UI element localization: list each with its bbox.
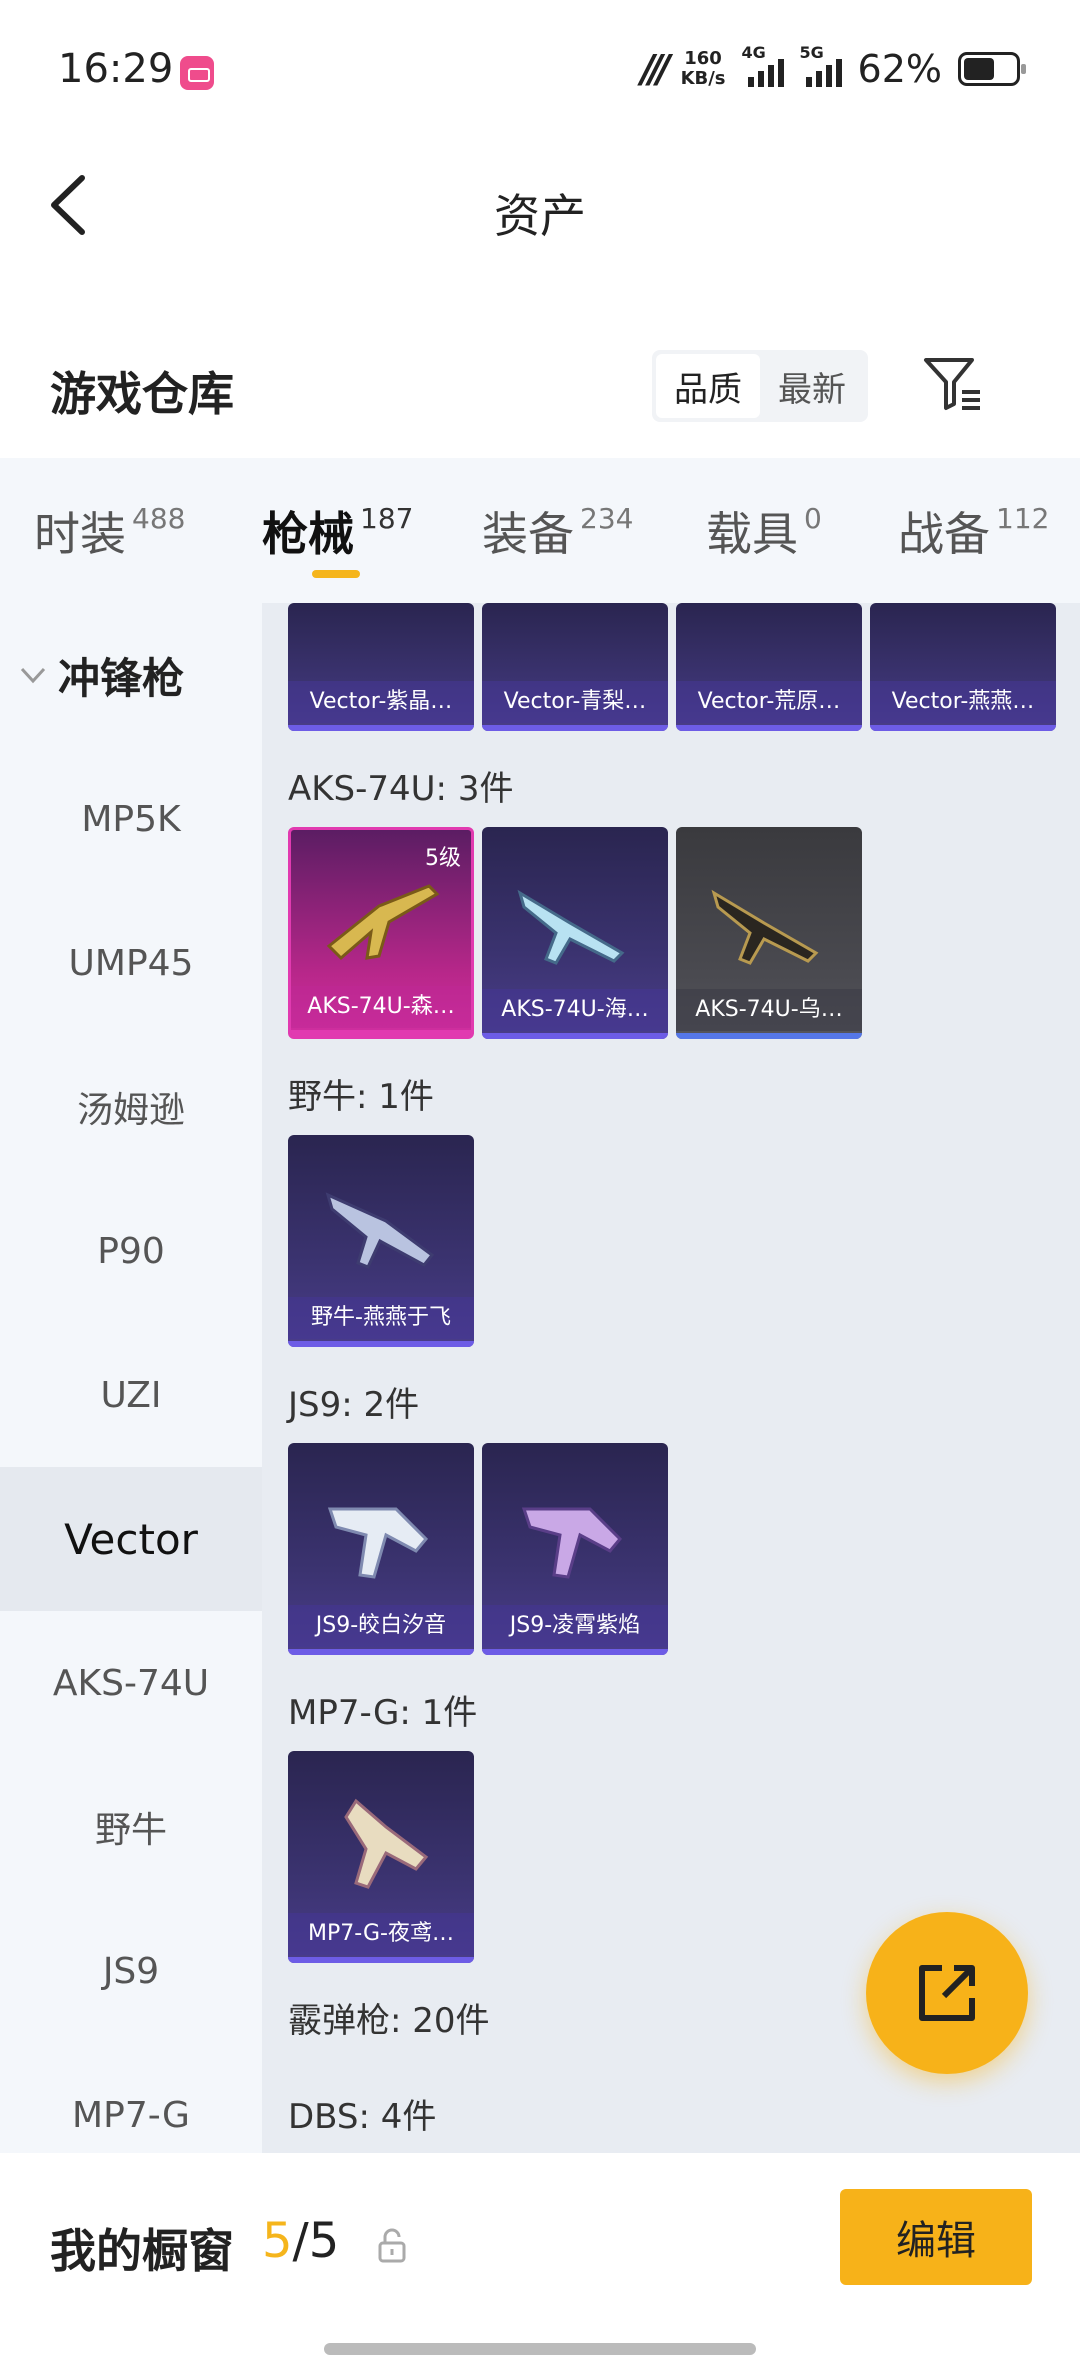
weapon-card[interactable]: JS9-皎白汐音: [288, 1443, 474, 1655]
tab-equipment[interactable]: 装备 234: [482, 498, 633, 564]
sidebar-item-js9[interactable]: JS9: [0, 1899, 262, 2043]
section-title-js9: JS9: 2件: [288, 1385, 420, 1425]
weapon-name: Vector-燕燕…: [870, 681, 1056, 723]
sidebar-item-aks74u[interactable]: AKS-74U: [0, 1611, 262, 1755]
weapon-name: JS9-凌霄紫焰: [482, 1605, 668, 1647]
rifle-skin-icon: [517, 889, 625, 965]
section-title-aks74u: AKS-74U: 3件: [288, 769, 514, 809]
section-title-mp7g: MP7-G: 1件: [288, 1693, 478, 1733]
showcase-bar: 我的橱窗 5/5 编辑: [0, 2153, 1080, 2375]
weapon-card[interactable]: MP7-G-夜鸢…: [288, 1751, 474, 1963]
share-fab-button[interactable]: [866, 1912, 1028, 2074]
bilibili-app-icon: [180, 56, 214, 90]
aks74u-row: 5级 AKS-74U-森… AKS-74U-海… AKS-74U-乌…: [288, 827, 862, 1039]
weapon-card[interactable]: 野牛-燕燕于飞: [288, 1135, 474, 1347]
weapon-name: 野牛-燕燕于飞: [288, 1297, 474, 1339]
status-time: 16:29: [58, 46, 174, 92]
section-title-dbs: DBS: 4件: [288, 2097, 437, 2137]
lock-icon: [378, 2228, 406, 2263]
weapon-card[interactable]: AKS-74U-海…: [482, 827, 668, 1039]
sort-by-newest[interactable]: 最新: [760, 354, 864, 418]
status-icons: /// 160 KB/s 4G 5G 62%: [640, 43, 1026, 94]
weapon-name: Vector-青梨…: [482, 681, 668, 723]
vector-row: Vector-紫晶… Vector-青梨… Vector-荒原… Vector-…: [288, 603, 1056, 731]
mi-logo-icon: ///: [640, 47, 671, 91]
category-tabs: 时装 488 枪械 187 装备 234 载具 0 战备 112: [0, 458, 1080, 603]
weapon-name: AKS-74U-海…: [482, 989, 668, 1031]
tab-supplies[interactable]: 战备 112: [898, 498, 1049, 564]
sidebar-item-thompson[interactable]: 汤姆逊: [0, 1035, 262, 1179]
js9-row: JS9-皎白汐音 JS9-凌霄紫焰: [288, 1443, 668, 1655]
sidebar-item-bizon[interactable]: 野牛: [0, 1755, 262, 1899]
sidebar-item-vector[interactable]: Vector: [0, 1467, 262, 1611]
weapon-name: MP7-G-夜鸢…: [288, 1913, 474, 1955]
chevron-down-icon: [20, 667, 46, 684]
showcase-label: 我的橱窗: [50, 2224, 234, 2278]
tab-weapons[interactable]: 枪械 187: [262, 498, 413, 564]
rifle-skin-icon: [326, 884, 440, 961]
battery-icon: [958, 52, 1026, 86]
smg-skin-icon: [344, 1798, 429, 1889]
bizon-row: 野牛-燕燕于飞: [288, 1135, 474, 1347]
home-indicator[interactable]: [324, 2343, 756, 2355]
weapon-name: Vector-荒原…: [676, 681, 862, 723]
weapon-card[interactable]: Vector-紫晶…: [288, 603, 474, 731]
weapon-name: JS9-皎白汐音: [288, 1605, 474, 1647]
weapon-card[interactable]: 5级 AKS-74U-森…: [288, 827, 474, 1039]
signal-5g-icon: 5G: [800, 43, 842, 87]
sidebar-item-mp5k[interactable]: MP5K: [0, 747, 262, 891]
rifle-skin-icon: [711, 889, 819, 965]
sidebar-item-ump45[interactable]: UMP45: [0, 891, 262, 1035]
warehouse-title: 游戏仓库: [50, 367, 234, 421]
weapon-name: AKS-74U-乌…: [676, 989, 862, 1031]
smg-skin-icon: [325, 1192, 435, 1269]
status-bar: 16:29 /// 160 KB/s 4G 5G 62%: [0, 0, 1080, 140]
weapon-type-sidebar: 冲锋枪 MP5K UMP45 汤姆逊 P90 UZI Vector AKS-74…: [0, 603, 262, 2153]
nav-bar: 资产: [0, 140, 1080, 270]
sidebar-group-smg[interactable]: 冲锋枪: [0, 603, 262, 747]
weapon-card[interactable]: Vector-青梨…: [482, 603, 668, 731]
tab-vehicles[interactable]: 载具 0: [706, 498, 822, 564]
sort-by-quality[interactable]: 品质: [656, 354, 760, 418]
mp7g-row: MP7-G-夜鸢…: [288, 1751, 474, 1963]
weapon-card[interactable]: Vector-荒原…: [676, 603, 862, 731]
net-speed: 160 KB/s: [680, 48, 726, 89]
active-tab-indicator: [312, 570, 360, 578]
section-title-bizon: 野牛: 1件: [288, 1077, 434, 1117]
smg-skin-icon: [521, 1507, 623, 1579]
tab-fashion[interactable]: 时装 488: [34, 498, 185, 564]
showcase-count: 5/5: [262, 2213, 340, 2269]
page-title: 资产: [494, 189, 586, 243]
weapon-name: AKS-74U-森…: [291, 986, 471, 1028]
sort-segmented-control: 品质 最新: [652, 350, 868, 422]
sidebar-item-uzi[interactable]: UZI: [0, 1323, 262, 1467]
weapon-card[interactable]: JS9-凌霄紫焰: [482, 1443, 668, 1655]
section-title-shotgun: 霰弹枪: 20件: [288, 2001, 490, 2041]
weapon-card[interactable]: AKS-74U-乌…: [676, 827, 862, 1039]
sidebar-item-p90[interactable]: P90: [0, 1179, 262, 1323]
weapon-card[interactable]: Vector-燕燕…: [870, 603, 1056, 731]
external-link-icon: [919, 1965, 975, 2021]
battery-percent: 62%: [857, 47, 942, 91]
weapon-name: Vector-紫晶…: [288, 681, 474, 723]
edit-button[interactable]: 编辑: [840, 2189, 1032, 2285]
filter-icon[interactable]: [920, 352, 984, 416]
smg-skin-icon: [327, 1507, 429, 1579]
signal-4g-icon: 4G: [742, 43, 784, 87]
